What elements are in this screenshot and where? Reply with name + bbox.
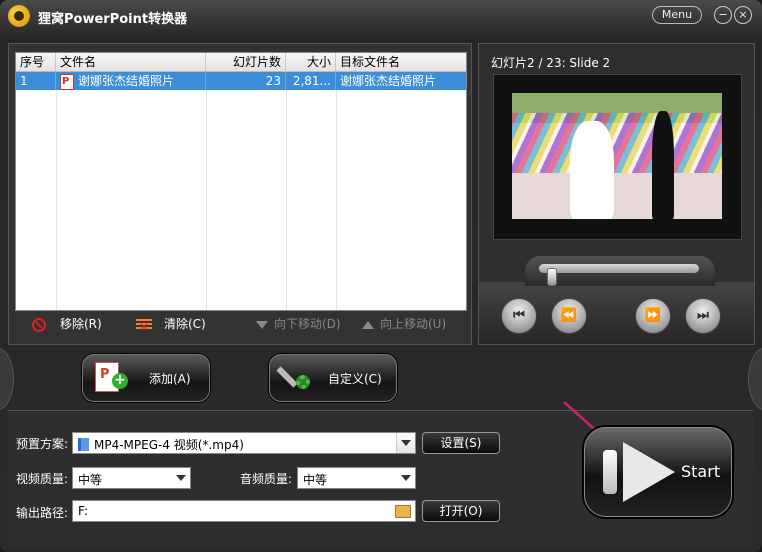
output-path-input[interactable]: F: (72, 500, 416, 522)
output-path-label: 输出路径: (16, 506, 69, 520)
video-quality-value: 中等 (78, 473, 103, 487)
row-slides: 23 (206, 72, 286, 90)
start-label: Start (681, 462, 721, 481)
row-filename: 谢娜张杰结婚照片 (56, 72, 206, 90)
add-label: 添加(A) (149, 372, 191, 386)
move-up-label: 向上移动(U) (380, 317, 447, 331)
list-action-bar: 移除(R) 清除(C) 向下移动(D) 向上移动(U) (14, 313, 464, 338)
start-bar-icon (603, 450, 617, 494)
window-title: 狸窝PowerPoint转换器 (38, 12, 188, 27)
app-window: 狸窝PowerPoint转换器 Menu − × 序号 文件名 幻灯片数 大小 … (0, 0, 762, 552)
start-button[interactable]: Start (584, 427, 732, 517)
custom-label: 自定义(C) (328, 372, 382, 386)
right-side-decoration (748, 348, 762, 410)
last-slide-button[interactable]: ⏭ (685, 298, 721, 334)
start-arrow-icon (623, 442, 675, 502)
row-filename-text: 谢娜张杰结婚照片 (78, 74, 175, 88)
seek-bar (525, 256, 715, 286)
audio-quality-value: 中等 (303, 473, 328, 487)
chevron-down-icon (172, 468, 190, 488)
column-size[interactable]: 大小 (286, 53, 336, 71)
settings-button[interactable]: 设置(S) (422, 432, 500, 454)
preview-panel: 幻灯片2 / 23: Slide 2 ⏮ ⏪ ⏩ ⏭ (478, 43, 755, 345)
chevron-down-icon (397, 468, 415, 488)
open-button[interactable]: 打开(O) (422, 500, 500, 522)
column-divider (56, 90, 57, 310)
column-target[interactable]: 目标文件名 (336, 53, 466, 71)
photo-bride (570, 121, 614, 219)
remove-label: 移除(R) (60, 317, 102, 331)
file-list-header: 序号 文件名 幻灯片数 大小 目标文件名 (16, 53, 466, 72)
arrow-up-icon (362, 320, 374, 329)
app-logo-icon (8, 5, 30, 27)
close-button[interactable]: × (734, 6, 752, 24)
clear-icon (136, 316, 152, 338)
row-index: 1 (16, 72, 56, 90)
arrow-down-icon (256, 320, 268, 329)
column-divider (336, 90, 337, 310)
title-bar: 狸窝PowerPoint转换器 Menu − × (0, 0, 762, 32)
remove-button[interactable]: 移除(R) (32, 313, 102, 335)
move-down-label: 向下移动(D) (274, 317, 341, 331)
column-slides[interactable]: 幻灯片数 (206, 53, 286, 71)
photo-flags (512, 113, 722, 173)
row-size: 2,81... (286, 72, 336, 90)
column-index[interactable]: 序号 (16, 53, 56, 71)
photo-groom (652, 111, 674, 219)
tools-icon (282, 363, 312, 393)
first-slide-button[interactable]: ⏮ (501, 298, 537, 334)
file-list-panel: 序号 文件名 幻灯片数 大小 目标文件名 1 谢娜张杰结婚照片 23 2,81.… (8, 43, 472, 345)
add-file-icon (95, 362, 128, 392)
remove-icon (32, 317, 46, 332)
preset-label: 预置方案: (16, 437, 69, 451)
preset-value: MP4-MPEG-4 视频(*.mp4) (94, 438, 244, 452)
row-target: 谢娜张杰结婚照片 (340, 74, 437, 88)
video-format-icon (78, 438, 89, 451)
chevron-down-icon (396, 433, 415, 453)
clear-label: 清除(C) (164, 317, 206, 331)
column-filename[interactable]: 文件名 (56, 53, 206, 71)
left-side-decoration (0, 348, 14, 410)
video-quality-label: 视频质量: (16, 472, 69, 486)
ppt-file-icon (60, 73, 74, 90)
previous-slide-button[interactable]: ⏪ (551, 298, 587, 334)
move-up-button[interactable]: 向上移动(U) (362, 313, 446, 335)
slide-preview (493, 74, 742, 240)
output-path-value: F: (78, 504, 89, 518)
clear-button[interactable]: 清除(C) (136, 313, 206, 338)
move-down-button[interactable]: 向下移动(D) (256, 313, 341, 335)
column-divider (286, 90, 287, 310)
audio-quality-select[interactable]: 中等 (297, 467, 416, 489)
file-list[interactable]: 序号 文件名 幻灯片数 大小 目标文件名 1 谢娜张杰结婚照片 23 2,81.… (15, 52, 467, 311)
audio-quality-label: 音频质量: (240, 472, 293, 486)
next-slide-button[interactable]: ⏩ (635, 298, 671, 334)
seek-track[interactable] (539, 264, 699, 286)
custom-button[interactable]: 自定义(C) (269, 354, 397, 402)
menu-button[interactable]: Menu (652, 6, 702, 24)
preview-title: 幻灯片2 / 23: Slide 2 (491, 56, 611, 70)
video-quality-select[interactable]: 中等 (72, 467, 191, 489)
slide-photo (512, 93, 722, 219)
column-divider (206, 90, 207, 310)
table-row[interactable]: 1 谢娜张杰结婚照片 23 2,81... 谢娜张杰结婚照片 (16, 72, 466, 90)
preset-select[interactable]: MP4-MPEG-4 视频(*.mp4) (72, 432, 416, 454)
minimize-button[interactable]: − (714, 6, 732, 24)
add-button[interactable]: 添加(A) (82, 354, 210, 402)
seek-knob[interactable] (547, 268, 557, 286)
folder-icon[interactable] (395, 505, 411, 518)
